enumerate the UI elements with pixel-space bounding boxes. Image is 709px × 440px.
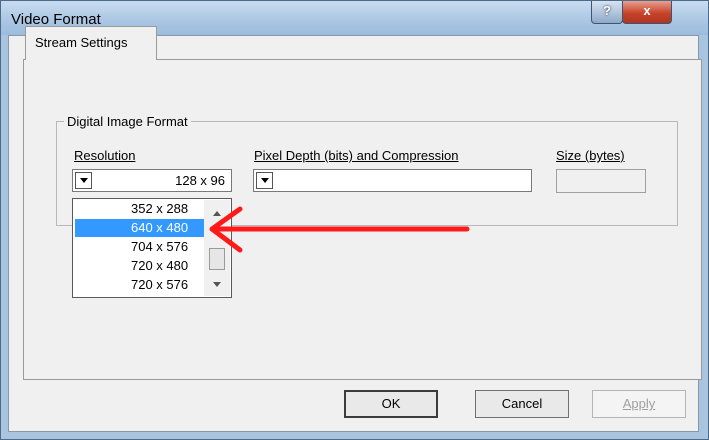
close-button[interactable]: x [622, 1, 672, 24]
apply-button-label: Apply [622, 396, 656, 411]
list-item[interactable]: 704 x 576 [75, 238, 205, 256]
scroll-up-icon[interactable] [213, 211, 221, 216]
group-title: Digital Image Format [64, 114, 191, 129]
pixel-depth-label: Pixel Depth (bits) and Compression [254, 148, 459, 163]
apply-button[interactable]: Apply [592, 390, 686, 418]
pixel-depth-combobox[interactable] [253, 169, 532, 192]
list-item[interactable]: 352 x 288 [75, 200, 205, 218]
chevron-down-icon[interactable] [75, 172, 92, 189]
list-item[interactable]: 720 x 576 [75, 276, 205, 294]
size-label: Size (bytes) [556, 148, 625, 163]
list-item-selected[interactable]: 640 x 480 [75, 219, 205, 237]
cancel-button[interactable]: Cancel [475, 390, 569, 418]
scrollbar-thumb[interactable] [209, 248, 225, 270]
scroll-down-icon[interactable] [213, 282, 221, 287]
chevron-down-icon[interactable] [256, 172, 273, 189]
help-button[interactable]: ? [591, 1, 623, 24]
resolution-label: Resolution [74, 148, 136, 163]
tab-stream-settings[interactable]: Stream Settings [25, 26, 157, 60]
resolution-value: 128 x 96 [175, 173, 225, 188]
ok-button[interactable]: OK [344, 390, 438, 418]
size-field [556, 169, 646, 193]
list-item[interactable]: 720 x 480 [75, 257, 205, 275]
list-scrollbar[interactable] [204, 200, 230, 296]
resolution-dropdown-list[interactable]: 352 x 288 640 x 480 704 x 576 720 x 480 … [72, 198, 232, 298]
resolution-combobox[interactable]: 128 x 96 [72, 169, 232, 192]
tab-label: Stream Settings [35, 35, 128, 50]
